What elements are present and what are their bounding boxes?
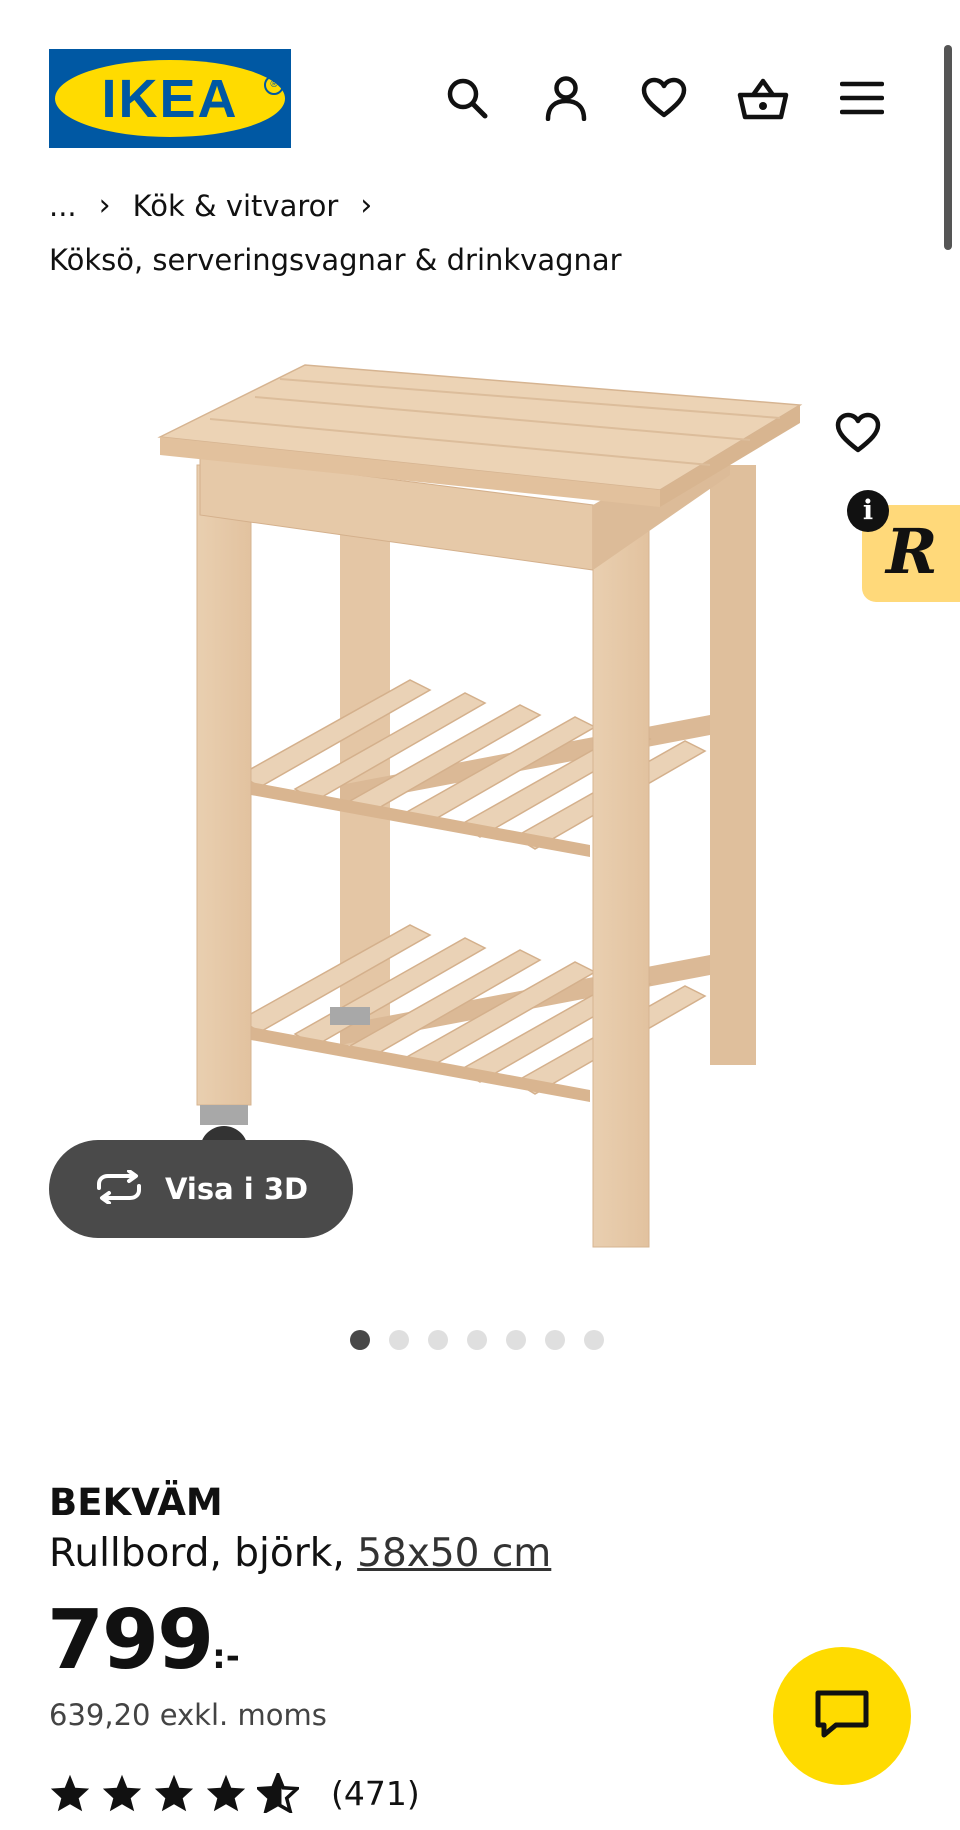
carousel-dot[interactable] (545, 1330, 565, 1350)
review-count[interactable]: (471) (331, 1774, 420, 1813)
carousel-dot[interactable] (428, 1330, 448, 1350)
star-icon (154, 1774, 194, 1812)
price-value: 799 (47, 1593, 214, 1688)
favorites-icon[interactable] (638, 72, 690, 124)
account-icon[interactable] (540, 72, 592, 124)
page-scrollbar[interactable] (944, 45, 952, 250)
product-type: Rullbord, björk, (49, 1531, 358, 1576)
price-excl-vat: 639,20 exkl. moms (49, 1698, 327, 1732)
breadcrumb: ... › Kök & vitvaror › (49, 186, 372, 226)
chat-button[interactable] (773, 1647, 911, 1785)
carousel-dot[interactable] (506, 1330, 526, 1350)
chevron-right-icon: › (360, 188, 373, 223)
logo-registered-mark: ® (264, 75, 284, 95)
chevron-right-icon: › (98, 188, 111, 223)
rotate-icon (93, 1169, 145, 1208)
star-icon (206, 1774, 246, 1812)
view-3d-button[interactable]: Visa i 3D (49, 1140, 353, 1238)
price-suffix: :- (212, 1637, 240, 1677)
star-icon (50, 1774, 90, 1812)
carousel-dot[interactable] (350, 1330, 370, 1350)
carousel-dot[interactable] (584, 1330, 604, 1350)
product-rating[interactable]: (471) (49, 1773, 420, 1813)
cart-icon[interactable] (737, 72, 789, 124)
info-icon[interactable]: i (847, 490, 889, 532)
add-to-favorites-icon[interactable] (835, 412, 887, 464)
breadcrumb-ellipsis[interactable]: ... (49, 186, 77, 226)
product-name: BEKVÄM (49, 1481, 223, 1524)
breadcrumb-kok-vitvaror[interactable]: Kök & vitvaror (133, 186, 339, 226)
search-icon[interactable] (441, 72, 493, 124)
logo-text: IKEA (101, 69, 239, 129)
carousel-indicators (350, 1330, 604, 1350)
product-price: 799:- (47, 1595, 240, 1703)
r-logo: R (886, 515, 938, 588)
view-3d-label: Visa i 3D (165, 1172, 309, 1206)
chat-icon (814, 1689, 870, 1743)
menu-icon[interactable] (836, 72, 888, 124)
product-description: Rullbord, björk, 58x50 cm (49, 1530, 551, 1578)
star-icon (102, 1774, 142, 1812)
half-star-icon (257, 1773, 299, 1813)
breadcrumb-current-category[interactable]: Köksö, serveringsvagnar & drinkvagnar (49, 240, 622, 280)
ikea-logo[interactable]: IKEA ® (49, 49, 291, 148)
product-size-link[interactable]: 58x50 cm (357, 1531, 551, 1576)
carousel-dot[interactable] (389, 1330, 409, 1350)
carousel-dot[interactable] (467, 1330, 487, 1350)
